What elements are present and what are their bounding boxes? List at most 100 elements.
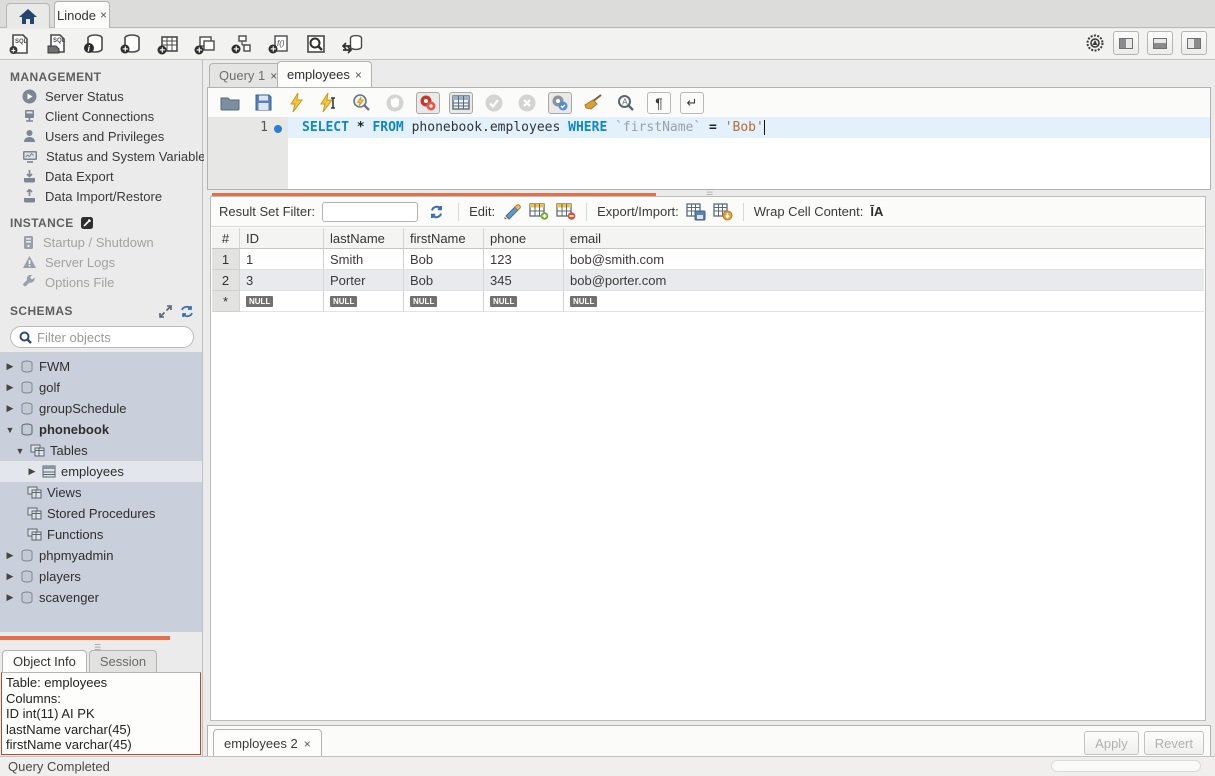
sidebar-item-client-connections[interactable]: Client Connections: [0, 106, 202, 126]
export-recordset-icon[interactable]: [686, 203, 706, 221]
cell-firstname[interactable]: Bob: [404, 249, 484, 270]
schema-node-phonebook[interactable]: ▼phonebook: [0, 419, 202, 440]
instance-config-icon[interactable]: [80, 216, 94, 230]
col-header-firstname[interactable]: firstName: [404, 228, 484, 249]
create-schema-icon[interactable]: +: [119, 33, 143, 55]
chevron-down-icon[interactable]: ▼: [5, 425, 15, 435]
connection-tab-linode[interactable]: Linode ×: [54, 1, 110, 28]
scrollbar-thumb[interactable]: [1051, 760, 1201, 772]
toggle-output-area-button[interactable]: [1147, 31, 1173, 55]
cell-lastname[interactable]: Smith: [324, 249, 404, 270]
schema-node-phpmyadmin[interactable]: ▶phpmyadmin: [0, 545, 202, 566]
data-transfer-icon[interactable]: [341, 33, 365, 55]
open-sql-script-icon[interactable]: SQL: [45, 33, 69, 55]
create-view-icon[interactable]: +: [193, 33, 217, 55]
schema-filter-input[interactable]: Filter objects: [10, 326, 194, 348]
cell-email[interactable]: bob@porter.com: [564, 270, 1204, 291]
tree-node-stored-procedures[interactable]: Stored Procedures: [0, 503, 202, 524]
chevron-right-icon[interactable]: ▶: [5, 382, 15, 393]
edit-record-icon[interactable]: [502, 203, 522, 220]
execute-query-icon[interactable]: [284, 92, 308, 114]
col-header-num[interactable]: #: [212, 228, 240, 249]
tab-employees-2[interactable]: employees 2 ×: [213, 729, 322, 758]
explain-plan-icon[interactable]: [350, 92, 374, 114]
open-script-icon[interactable]: [218, 92, 242, 114]
tab-object-info[interactable]: Object Info: [2, 650, 87, 672]
tree-node-views[interactable]: Views: [0, 482, 202, 503]
sidebar-item-data-import-restore[interactable]: Data Import/Restore: [0, 186, 202, 206]
chevron-right-icon[interactable]: ▶: [5, 592, 15, 603]
toggle-stop-on-error-icon[interactable]: [416, 92, 440, 114]
refresh-grid-icon[interactable]: [429, 205, 444, 219]
create-table-icon[interactable]: +: [156, 33, 180, 55]
close-icon[interactable]: ×: [304, 737, 311, 751]
execute-current-statement-icon[interactable]: [317, 92, 341, 114]
sidebar-item-startup-shutdown[interactable]: Startup / Shutdown: [0, 232, 202, 252]
refresh-schemas-icon[interactable]: [180, 305, 194, 318]
chevron-right-icon[interactable]: ▶: [27, 466, 37, 477]
tab-employees[interactable]: employees ×: [277, 61, 372, 87]
sidebar-item-status-system-variables[interactable]: Status and System Variables: [0, 146, 202, 166]
chevron-right-icon[interactable]: ▶: [5, 403, 15, 414]
toggle-left-sidebar-button[interactable]: [1113, 31, 1139, 55]
toggle-autocommit-icon[interactable]: [548, 92, 572, 114]
new-sql-tab-icon[interactable]: SQL+: [8, 33, 32, 55]
tree-node-employees[interactable]: ▶employees: [0, 461, 202, 482]
cell-null[interactable]: NULL: [564, 291, 1204, 312]
revert-button[interactable]: Revert: [1144, 731, 1204, 755]
cell-null[interactable]: NULL: [484, 291, 564, 312]
sidebar-item-server-status[interactable]: Server Status: [0, 86, 202, 106]
beautify-broom-icon[interactable]: [581, 92, 605, 114]
cell-phone[interactable]: 345: [484, 270, 564, 291]
schema-node-groupschedule[interactable]: ▶groupSchedule: [0, 398, 202, 419]
cell-firstname[interactable]: Bob: [404, 270, 484, 291]
close-icon[interactable]: ×: [100, 8, 107, 22]
insert-row-icon[interactable]: [529, 203, 549, 220]
schema-node-fwm[interactable]: ▶FWM: [0, 356, 202, 377]
cell-email[interactable]: bob@smith.com: [564, 249, 1204, 270]
search-data-icon[interactable]: [304, 33, 328, 55]
tab-query-1[interactable]: Query 1 ×: [209, 63, 287, 87]
col-header-id[interactable]: ID: [240, 228, 324, 249]
expand-panel-icon[interactable]: [159, 305, 172, 318]
tab-session[interactable]: Session: [89, 650, 157, 672]
chevron-right-icon[interactable]: ▶: [5, 550, 15, 561]
schema-node-golf[interactable]: ▶golf: [0, 377, 202, 398]
chevron-right-icon[interactable]: ▶: [5, 571, 15, 582]
show-invisibles-icon[interactable]: ¶: [647, 92, 671, 114]
table-row[interactable]: 1 1 Smith Bob 123 bob@smith.com: [212, 249, 1204, 270]
cell-null[interactable]: NULL: [240, 291, 324, 312]
create-function-icon[interactable]: f()+: [267, 33, 291, 55]
chevron-right-icon[interactable]: ▶: [5, 361, 15, 372]
save-script-icon[interactable]: [251, 92, 275, 114]
schema-node-scavenger[interactable]: ▶scavenger: [0, 587, 202, 608]
new-row-placeholder[interactable]: * NULL NULL NULL NULL NULL: [212, 291, 1204, 312]
col-header-email[interactable]: email: [564, 228, 1204, 249]
home-tab[interactable]: [6, 3, 50, 28]
delete-row-icon[interactable]: [556, 203, 576, 220]
sql-editor[interactable]: 1 SELECT * FROM phonebook.employees WHER…: [208, 117, 1210, 189]
updates-gear-icon[interactable]: [1085, 33, 1105, 53]
cell-id[interactable]: 1: [240, 249, 324, 270]
sidebar-item-users-privileges[interactable]: Users and Privileges: [0, 126, 202, 146]
schema-node-players[interactable]: ▶players: [0, 566, 202, 587]
sidebar-item-server-logs[interactable]: Server Logs: [0, 252, 202, 272]
table-row[interactable]: 2 3 Porter Bob 345 bob@porter.com: [212, 270, 1204, 291]
col-header-phone[interactable]: phone: [484, 228, 564, 249]
close-icon[interactable]: ×: [355, 68, 362, 82]
inspect-database-icon[interactable]: i: [82, 33, 106, 55]
result-set-filter-input[interactable]: [322, 202, 418, 222]
toggle-wrap-icon[interactable]: ↵: [680, 92, 704, 114]
chevron-down-icon[interactable]: ▼: [15, 446, 25, 456]
sidebar-item-options-file[interactable]: Options File: [0, 272, 202, 292]
tree-hscrollbar[interactable]: [0, 636, 170, 640]
cell-null[interactable]: NULL: [324, 291, 404, 312]
wrap-cell-content-icon[interactable]: ĪA: [870, 204, 883, 219]
create-procedure-icon[interactable]: +: [230, 33, 254, 55]
cell-lastname[interactable]: Porter: [324, 270, 404, 291]
limit-rows-icon[interactable]: [449, 92, 473, 114]
cell-null[interactable]: NULL: [404, 291, 484, 312]
tree-node-functions[interactable]: Functions: [0, 524, 202, 545]
cell-phone[interactable]: 123: [484, 249, 564, 270]
apply-button[interactable]: Apply: [1084, 731, 1139, 755]
